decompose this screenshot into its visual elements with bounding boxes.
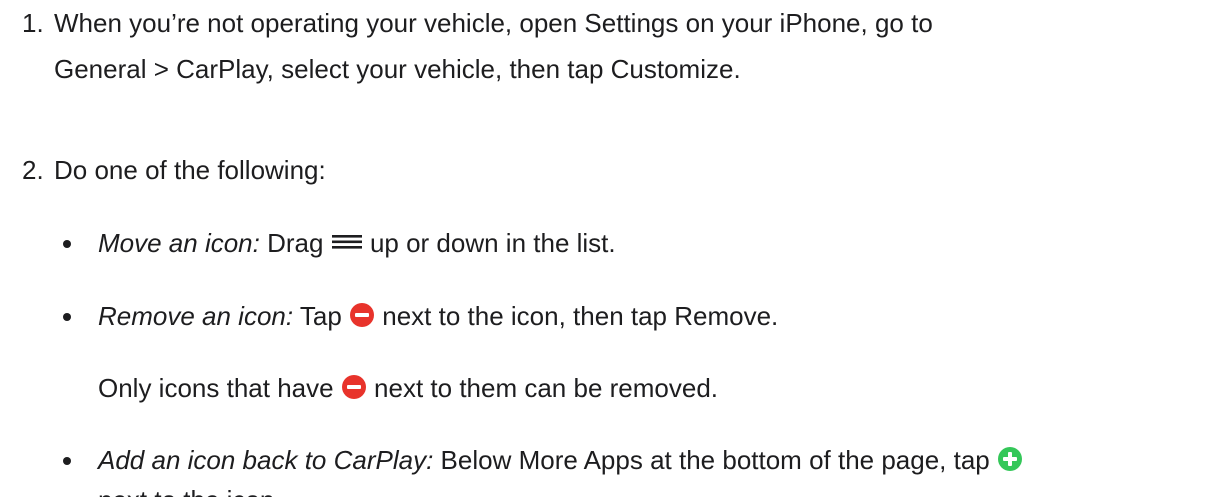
note-text-after: next to them can be removed. [374,373,719,403]
step-number: 1. [22,8,44,38]
step-text-line-1: When you’re not operating your vehicle, … [54,8,933,38]
bullet-text-after: next to the icon, then tap Remove. [382,301,779,331]
step-number: 2. [22,155,44,185]
bullet-text-before: Below More Apps at the bottom of the pag… [440,445,990,475]
bullet-text-before: Tap [299,301,342,331]
remove-minus-icon [349,302,375,328]
note-text-before: Only icons that have [98,373,334,403]
bullet-dot [63,240,71,248]
bullet-text-line-2: next to the icon. [98,480,1198,497]
bullet-text-before: Drag [267,228,324,258]
bullet-label: Add an icon back to CarPlay: [98,445,434,475]
remove-minus-icon [341,374,367,400]
bullet-label: Remove an icon: [98,301,294,331]
bullet-text: Remove an icon: Tap next to the icon, th… [98,296,1198,336]
bullet-text: Move an icon: Drag up or down in the lis… [98,223,1198,263]
reorder-handle-icon [331,235,363,249]
add-plus-icon [997,446,1023,472]
bullet-text: Add an icon back to CarPlay: Below More … [98,440,1198,497]
step-text: Do one of the following: [54,150,1154,190]
bullet-dot [63,313,71,321]
bullet-text-after: up or down in the list. [369,228,616,258]
bullet-label: Move an icon: [98,228,260,258]
step-text: When you’re not operating your vehicle, … [54,3,1154,89]
step-text-line-2: General > CarPlay, select your vehicle, … [54,54,741,84]
remove-note: Only icons that have next to them can be… [98,368,718,408]
step-text-line-1: Do one of the following: [54,155,326,185]
bullet-dot [63,457,71,465]
